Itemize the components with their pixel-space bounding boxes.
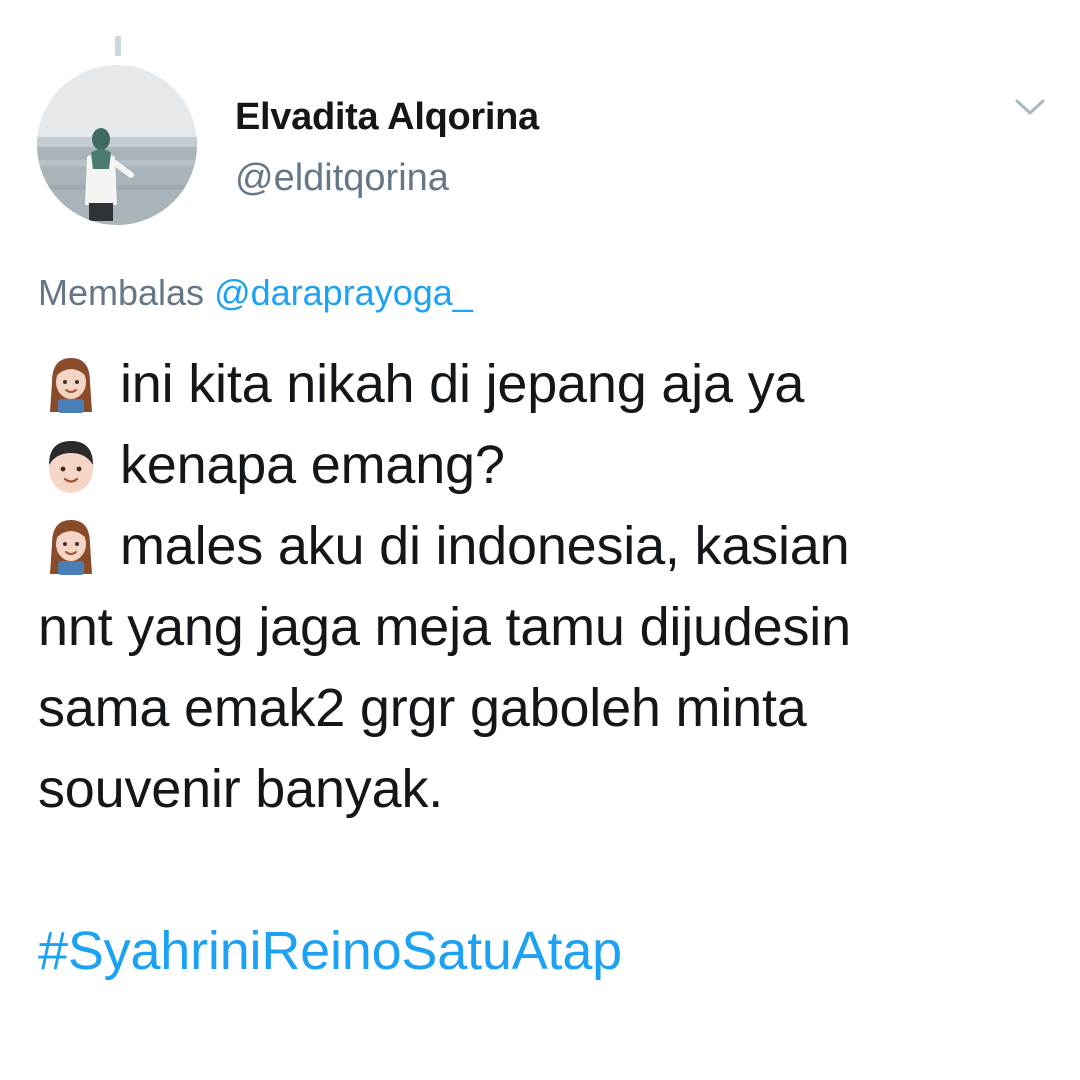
woman-emoji: [50, 357, 92, 413]
reply-prefix: Membalas: [38, 272, 205, 313]
tweet-line: males aku di indonesia, kasian: [38, 506, 1048, 587]
profile-photo: [37, 65, 197, 225]
tweet-line-text: kenapa emang?: [120, 435, 505, 495]
tweet-text: ini kita nikah di jepang aja ya kenapa e…: [38, 344, 1048, 992]
tweet-line: kenapa emang?: [38, 425, 1048, 506]
avatar[interactable]: [37, 65, 197, 225]
chevron-down-icon[interactable]: [1010, 92, 1050, 122]
tweet-line-text: nnt yang jaga meja tamu dijudesin: [38, 597, 851, 657]
hashtag-line: #SyahriniReinoSatuAtap: [38, 911, 1048, 992]
author-handle[interactable]: @elditqorina: [235, 157, 449, 200]
reply-to-link[interactable]: @daraprayoga_: [214, 272, 473, 313]
tweet-line: nnt yang jaga meja tamu dijudesin: [38, 587, 1048, 668]
tweet-line-text: souvenir banyak.: [38, 759, 444, 819]
thread-connector-line: [115, 36, 121, 56]
tweet-line-text: ini kita nikah di jepang aja ya: [120, 354, 805, 414]
hashtag-link[interactable]: #SyahriniReinoSatuAtap: [38, 911, 622, 992]
tweet-line-text: males aku di indonesia, kasian: [120, 516, 850, 576]
boy-emoji: [49, 440, 93, 493]
author-display-name[interactable]: Elvadita Alqorina: [235, 96, 539, 139]
reply-context: Membalas @daraprayoga_: [38, 272, 473, 314]
tweet-line: sama emak2 grgr gaboleh minta: [38, 668, 1048, 749]
tweet-line: ini kita nikah di jepang aja ya: [38, 344, 1048, 425]
tweet-line-text: sama emak2 grgr gaboleh minta: [38, 678, 807, 738]
woman-emoji: [50, 519, 92, 575]
tweet-line: souvenir banyak.: [38, 749, 1048, 830]
